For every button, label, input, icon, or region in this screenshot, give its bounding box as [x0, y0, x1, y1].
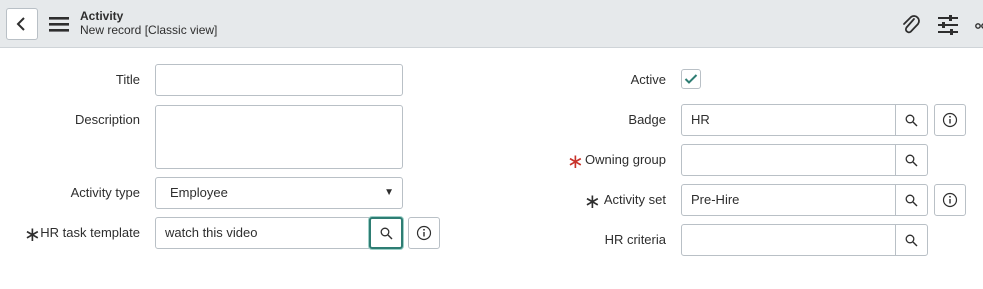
hr-criteria-field: [681, 224, 928, 256]
hamburger-menu-icon[interactable]: [48, 14, 70, 34]
title-label: Title: [115, 72, 140, 87]
activity-type-label: Activity type: [70, 185, 140, 200]
mandatory-asterisk-icon: ∗: [567, 151, 584, 173]
hr-task-template-input[interactable]: watch this video: [155, 217, 370, 249]
active-label: Active: [630, 72, 666, 87]
form-title: Activity: [80, 9, 124, 23]
search-icon: [905, 114, 918, 126]
description-textarea[interactable]: [155, 105, 403, 169]
search-icon: [380, 227, 392, 239]
dropdown-arrow-icon: ▼: [384, 187, 394, 198]
hr-criteria-lookup-button[interactable]: [895, 224, 928, 256]
hr-task-template-field: watch this video: [155, 217, 403, 249]
activity-type-select[interactable]: Employee ▼: [155, 177, 403, 209]
badge-input[interactable]: HR: [681, 104, 896, 136]
badge-info-button[interactable]: [934, 104, 966, 136]
required-asterisk-icon: ∗: [24, 224, 41, 246]
sliders-icon[interactable]: [936, 13, 960, 37]
back-icon: [16, 17, 25, 31]
active-checkbox[interactable]: [681, 69, 701, 89]
badge-label: Badge: [628, 112, 666, 127]
form-header: Activity New record [Classic view]: [0, 0, 983, 48]
info-icon: [416, 225, 432, 241]
form-subtitle: New record [Classic view]: [80, 23, 218, 37]
activity-set-lookup-button[interactable]: [895, 184, 928, 216]
badge-lookup-button[interactable]: [895, 104, 928, 136]
owning-group-field: [681, 144, 928, 176]
search-icon: [905, 234, 918, 246]
required-asterisk-icon: ∗: [584, 191, 601, 213]
activity-type-value: Employee: [170, 185, 228, 200]
info-icon: [942, 112, 958, 128]
owning-group-label: Owning group: [585, 152, 666, 167]
more-icon[interactable]: [972, 13, 983, 37]
hr-task-template-info-button[interactable]: [408, 217, 440, 249]
hr-criteria-label: HR criteria: [604, 232, 666, 247]
search-icon: [905, 154, 918, 166]
activity-set-info-button[interactable]: [934, 184, 966, 216]
search-icon: [905, 194, 918, 206]
info-icon: [942, 192, 958, 208]
description-label: Description: [74, 112, 140, 127]
badge-field: HR: [681, 104, 928, 136]
owning-group-lookup-button[interactable]: [895, 144, 928, 176]
hr-task-template-lookup-button[interactable]: [369, 217, 403, 249]
owning-group-input[interactable]: [681, 144, 896, 176]
activity-set-label: Activity set: [603, 192, 666, 207]
checkmark-icon: [684, 74, 698, 84]
activity-set-field: Pre-Hire: [681, 184, 928, 216]
hr-task-template-label: HR task template: [40, 225, 140, 240]
paperclip-icon[interactable]: [899, 13, 923, 37]
hr-criteria-input[interactable]: [681, 224, 896, 256]
activity-set-input[interactable]: Pre-Hire: [681, 184, 896, 216]
back-button[interactable]: [6, 8, 38, 40]
title-input[interactable]: [155, 64, 403, 96]
